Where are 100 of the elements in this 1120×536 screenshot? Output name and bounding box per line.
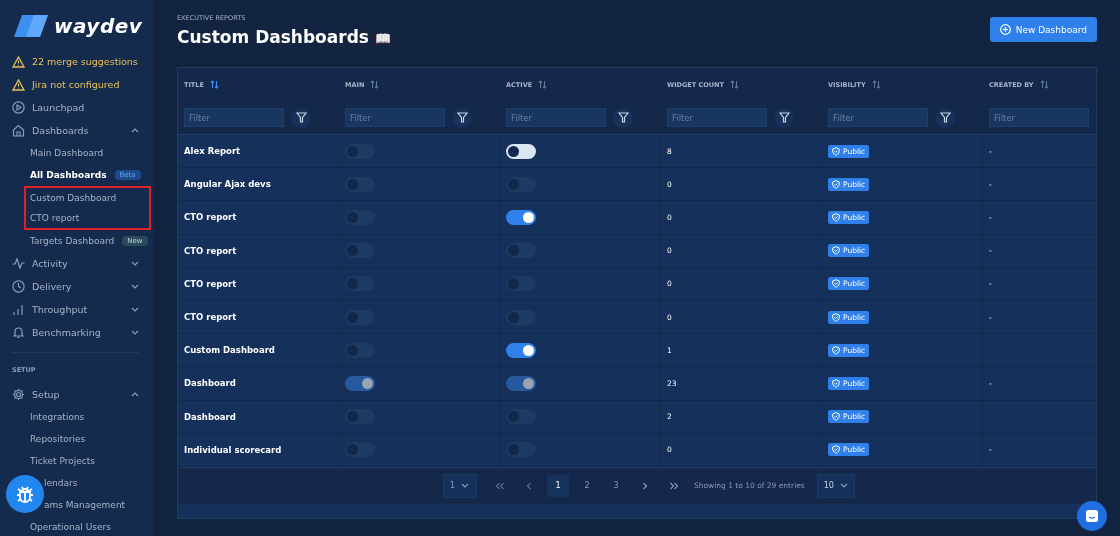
bug-report-button[interactable] [6,475,44,513]
shield-icon [832,212,840,222]
table-cell: CTO report [184,278,237,289]
filter-field[interactable]: Filter [667,108,767,127]
double-chevron-icon [495,481,505,490]
toggle-switch[interactable] [345,409,375,425]
nav-item[interactable]: Delivery [0,275,153,298]
bug-icon [15,484,35,504]
nav-item[interactable]: Benchmarking [0,321,153,344]
settings-icon [12,388,25,401]
toggle-switch[interactable] [345,442,375,458]
alert-item[interactable]: Jira not configured [0,73,153,96]
filter-icon [456,112,468,123]
table-cell: Dashboard [184,378,236,389]
toggle-switch[interactable] [506,442,536,458]
sub-nav-item[interactable]: Operational Users [0,516,153,536]
nav-item[interactable]: Setup [0,383,153,406]
clock-icon [12,280,25,293]
filter-field[interactable]: Filter [184,108,284,127]
shield-icon [832,412,840,422]
chat-icon [1085,509,1099,523]
chat-button[interactable] [1077,501,1107,531]
sub-nav-item[interactable]: CTO report [26,208,149,228]
page-button[interactable]: 1 [547,474,569,497]
shield-icon [832,445,840,455]
sub-nav-label: All Dashboards [30,170,107,180]
toggle-switch[interactable] [345,309,375,325]
sort-icon[interactable] [871,80,881,89]
nav-item[interactable]: Throughput [0,298,153,321]
filter-button[interactable] [935,107,955,128]
logo-icon [14,15,48,37]
filter-icon [295,112,307,123]
toggle-switch[interactable] [506,309,536,325]
sub-nav-item[interactable]: lendars [0,472,153,494]
shield-icon [832,279,840,289]
filter-icon [939,112,951,123]
sub-nav-label: Main Dashboard [30,148,104,158]
table-cell: Alex Report [184,146,241,157]
filter-button[interactable] [291,107,311,128]
sub-nav-item[interactable]: Ticket Projects [0,450,153,472]
sub-nav-label: CTO report [30,213,80,223]
pulse-icon [12,257,25,270]
sub-nav-item[interactable]: Main Dashboard [0,142,153,164]
filter-field[interactable]: Filter [345,108,445,127]
chevron-icon [526,481,532,490]
table-cell: CTO report [184,312,237,323]
play-icon [12,101,25,114]
new-dashboard-button[interactable]: New Dashboard [989,17,1097,42]
toggle-switch[interactable] [345,209,375,225]
filter-icon [778,112,790,123]
table-cell: Custom Dashboard [184,345,275,356]
filter-field[interactable]: Filter [506,108,606,127]
sort-icon[interactable] [370,80,380,89]
sub-nav-item[interactable]: Custom Dashboard [26,188,149,208]
toggle-switch[interactable] [506,176,536,192]
table-cell: Individual scorecard [184,444,282,455]
sort-icon[interactable] [209,80,219,89]
sort-icon[interactable] [1039,80,1049,89]
filter-field[interactable]: Filter [828,108,928,127]
alert-item[interactable]: 22 merge suggestions [0,50,153,73]
toggle-switch[interactable] [345,276,375,292]
toggle-switch[interactable] [506,209,536,225]
shield-icon [832,345,840,355]
nav-item[interactable]: Dashboards [0,119,153,142]
toggle-switch[interactable] [506,243,536,259]
sub-nav-label: Targets Dashboard [30,236,115,246]
nav-item[interactable]: Launchpad [0,96,153,119]
sub-nav-item[interactable]: Repositories [0,428,153,450]
toggle-switch[interactable] [506,409,536,425]
filter-button[interactable] [613,107,633,128]
table-cell: Dashboard [184,411,236,422]
toggle-switch[interactable] [345,243,375,259]
sort-icon[interactable] [538,80,548,89]
chevron-icon [461,483,470,489]
chevron-icon [642,481,648,490]
toggle-switch[interactable] [345,176,375,192]
shield-icon [832,179,840,189]
table-cell: CTO report [184,212,237,223]
page-button[interactable]: 3 [605,474,627,497]
logo-text: waydev [54,14,143,38]
toggle-switch[interactable] [345,342,375,358]
page-size-select[interactable]: 10 [816,473,855,498]
home-icon [12,124,25,137]
table-cell: Angular Ajax devs [184,179,271,190]
page-jump-select[interactable]: 1 [443,473,477,498]
nav-item[interactable]: Activity [0,252,153,275]
toggle-switch[interactable] [506,276,536,292]
sub-nav-item[interactable]: ams Management [0,494,153,516]
filter-button[interactable] [774,107,794,128]
toggle-switch[interactable] [506,342,536,358]
double-chevron-icon [669,481,679,490]
filter-field[interactable]: Filter [989,108,1089,127]
toggle-switch[interactable] [506,143,536,159]
page-button[interactable]: 2 [576,474,598,497]
bars-icon [12,303,25,316]
filter-button[interactable] [452,107,472,128]
sub-nav-item[interactable]: Integrations [0,406,153,428]
shield-icon [832,246,840,256]
toggle-switch[interactable] [345,143,375,159]
sort-icon[interactable] [729,80,739,89]
